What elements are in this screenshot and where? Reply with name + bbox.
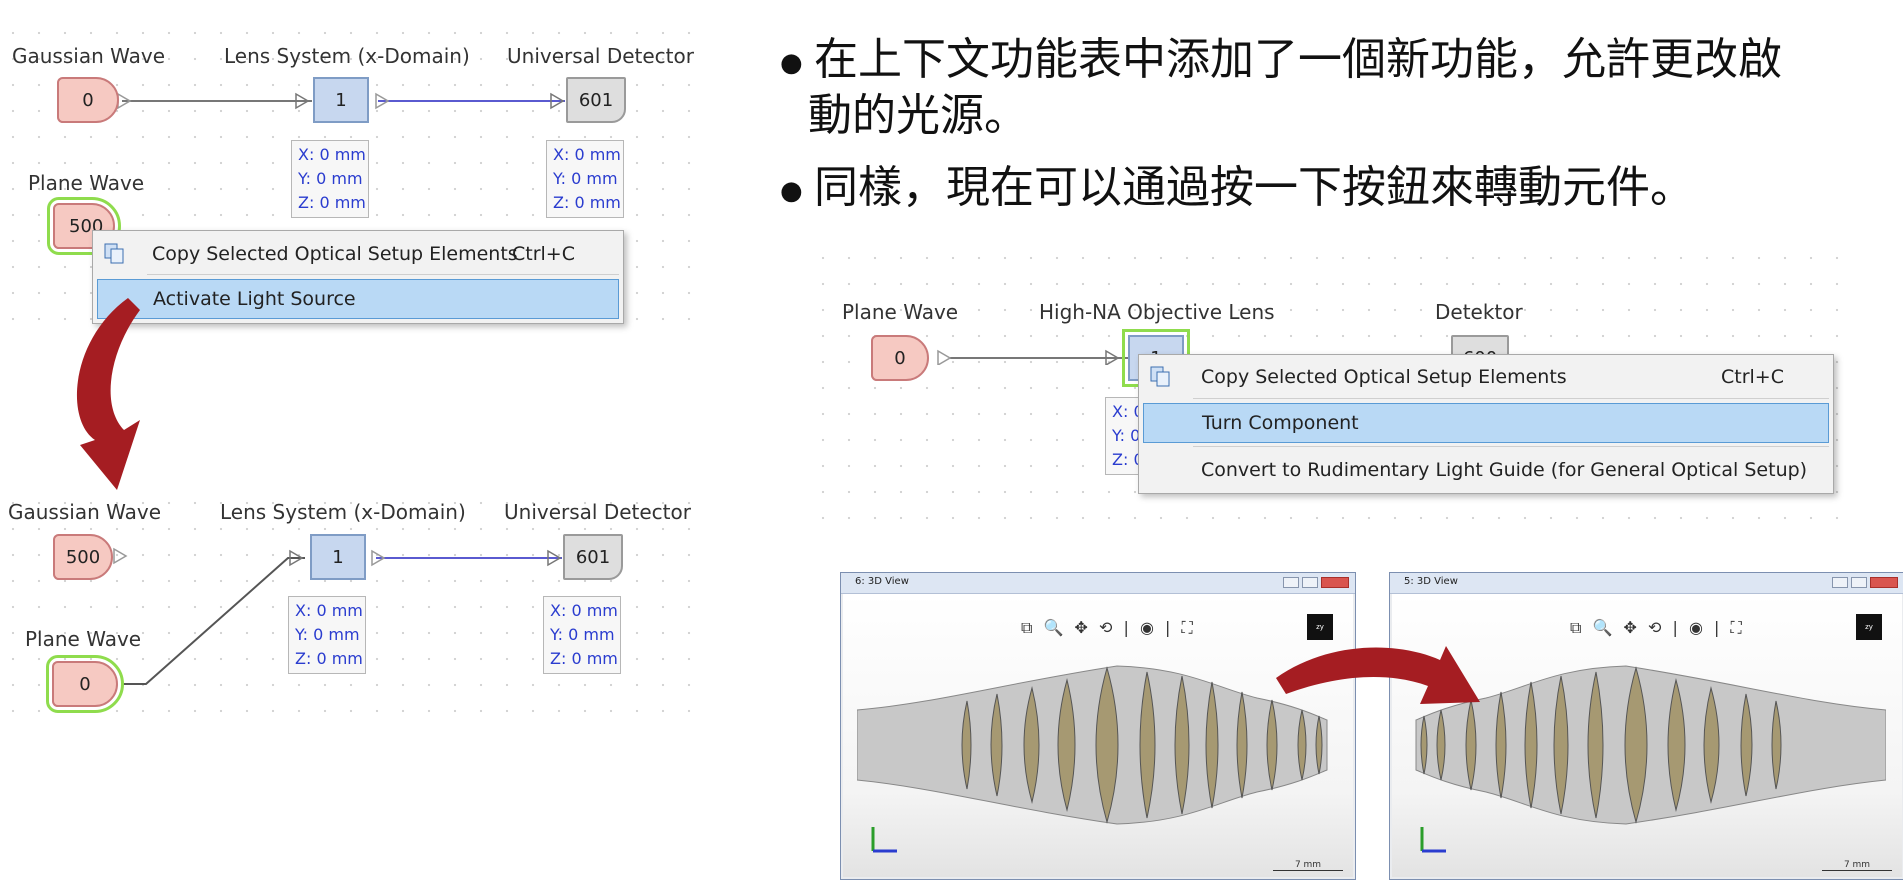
menu-item-copy-label: Copy Selected Optical Setup Elements bbox=[1201, 366, 1567, 388]
label-plane-wave-right: Plane Wave bbox=[842, 300, 959, 324]
window-titlebar[interactable]: 6: 3D View bbox=[841, 573, 1355, 594]
bullet-2: ● 同樣，現在可以通過按一下按鈕來轉動元件。 bbox=[780, 160, 1890, 216]
coord-z: Z: 0 mm bbox=[298, 193, 366, 212]
minimize-button[interactable] bbox=[1832, 577, 1848, 588]
universal-detector-node[interactable]: 601 bbox=[566, 77, 626, 123]
label-gaussian-wave-bottom: Gaussian Wave bbox=[8, 500, 162, 524]
label-lens-system: Lens System (x-Domain) bbox=[224, 44, 470, 68]
label-plane-wave: Plane Wave bbox=[28, 171, 145, 195]
lens-coordinates-bottom: X: 0 mm Y: 0 mm Z: 0 mm bbox=[288, 596, 366, 674]
detector-coordinates: X: 0 mm Y: 0 mm Z: 0 mm bbox=[546, 140, 624, 218]
close-button[interactable] bbox=[1321, 577, 1349, 588]
coord-y: Y: 0 mm bbox=[295, 625, 360, 644]
window-title: 5: 3D View bbox=[1404, 576, 1458, 587]
lens-system-node-bottom[interactable]: 1 bbox=[310, 534, 366, 580]
plane-wave-node-bottom[interactable]: 0 bbox=[46, 655, 124, 713]
label-high-na-lens: High-NA Objective Lens bbox=[1039, 300, 1275, 324]
coord-x: X: 0 mm bbox=[553, 145, 621, 164]
lens-system-node[interactable]: 1 bbox=[313, 77, 369, 123]
menu-item-copy-shortcut: Ctrl+C bbox=[1721, 366, 1784, 388]
coord-x: X: 0 mm bbox=[550, 601, 618, 620]
coord-y: Y: 0 mm bbox=[550, 625, 615, 644]
bullet-1: ● 在上下文功能表中添加了一個新功能，允許更改啟 動的光源。 bbox=[780, 32, 1890, 144]
coord-z: Z: 0 mm bbox=[550, 649, 618, 668]
scale-bar: 7 mm bbox=[1822, 860, 1892, 871]
plane-wave-node-right[interactable]: 0 bbox=[871, 335, 929, 381]
detector-coordinates-bottom: X: 0 mm Y: 0 mm Z: 0 mm bbox=[543, 596, 621, 674]
maximize-button[interactable] bbox=[1302, 577, 1318, 588]
menu-separator bbox=[1193, 446, 1829, 447]
menu-item-convert-label: Convert to Rudimentary Light Guide (for … bbox=[1201, 459, 1808, 481]
menu-item-copy[interactable]: Copy Selected Optical Setup Elements Ctr… bbox=[1139, 357, 1833, 397]
coord-y: Y: 0 mm bbox=[298, 169, 363, 188]
menu-item-copy-shortcut: Ctrl+C bbox=[512, 243, 575, 265]
window-title: 6: 3D View bbox=[855, 576, 909, 587]
lens-coordinates: X: 0 mm Y: 0 mm Z: 0 mm bbox=[291, 140, 369, 218]
coord-z: Z: 0 mm bbox=[295, 649, 363, 668]
gaussian-wave-node[interactable]: 0 bbox=[57, 77, 119, 123]
label-detektor: Detektor bbox=[1435, 300, 1523, 324]
menu-item-turn-label: Turn Component bbox=[1202, 412, 1359, 434]
universal-detector-node-bottom[interactable]: 601 bbox=[563, 534, 623, 580]
axis-gizmo-icon bbox=[1420, 827, 1446, 853]
bullet-2-line1: 同樣，現在可以通過按一下按鈕來轉動元件。 bbox=[814, 162, 1694, 213]
bullet-1-line1: 在上下文功能表中添加了一個新功能，允許更改啟 bbox=[814, 34, 1782, 85]
copy-icon bbox=[103, 242, 124, 264]
label-universal-detector-bottom: Universal Detector bbox=[504, 500, 691, 524]
context-menu-turn: Copy Selected Optical Setup Elements Ctr… bbox=[1138, 354, 1834, 494]
orientation-cube-icon[interactable]: zy bbox=[1856, 614, 1882, 640]
coord-x: X: 0 mm bbox=[295, 601, 363, 620]
menu-separator bbox=[1193, 398, 1829, 399]
scale-bar: 7 mm bbox=[1273, 860, 1343, 871]
view-toolbar[interactable]: ⧉ 🔍 ✥ ⟲ | ◉ | ⛶ bbox=[1570, 618, 1745, 638]
menu-item-convert-light-guide[interactable]: Convert to Rudimentary Light Guide (for … bbox=[1139, 450, 1833, 490]
close-button[interactable] bbox=[1870, 577, 1898, 588]
label-lens-system-bottom: Lens System (x-Domain) bbox=[220, 500, 466, 524]
menu-item-copy-label: Copy Selected Optical Setup Elements bbox=[152, 243, 518, 265]
minimize-button[interactable] bbox=[1283, 577, 1299, 588]
gaussian-wave-node-bottom[interactable]: 500 bbox=[53, 534, 113, 580]
label-gaussian-wave: Gaussian Wave bbox=[12, 44, 166, 68]
maximize-button[interactable] bbox=[1851, 577, 1867, 588]
menu-item-copy[interactable]: Copy Selected Optical Setup Elements Ctr… bbox=[93, 234, 623, 274]
window-titlebar[interactable]: 5: 3D View bbox=[1390, 573, 1903, 594]
lens-system-render bbox=[857, 665, 1328, 825]
menu-separator bbox=[147, 274, 619, 275]
bullet-dot: ● bbox=[780, 176, 803, 206]
menu-item-turn-component[interactable]: Turn Component bbox=[1143, 403, 1829, 443]
view-toolbar[interactable]: ⧉ 🔍 ✥ ⟲ | ◉ | ⛶ bbox=[1021, 618, 1196, 638]
coord-z: Z: 0 mm bbox=[553, 193, 621, 212]
axis-gizmo-icon bbox=[871, 827, 897, 853]
label-universal-detector: Universal Detector bbox=[507, 44, 694, 68]
label-plane-wave-bottom: Plane Wave bbox=[25, 627, 142, 651]
copy-icon bbox=[1149, 365, 1170, 387]
bullet-dot: ● bbox=[780, 48, 803, 78]
bullet-1-line2: 動的光源。 bbox=[808, 90, 1028, 141]
transition-arrow-left bbox=[76, 298, 140, 490]
transition-arrow-right bbox=[1276, 646, 1480, 704]
coord-x: X: 0 mm bbox=[298, 145, 366, 164]
coord-y: Y: 0 mm bbox=[553, 169, 618, 188]
